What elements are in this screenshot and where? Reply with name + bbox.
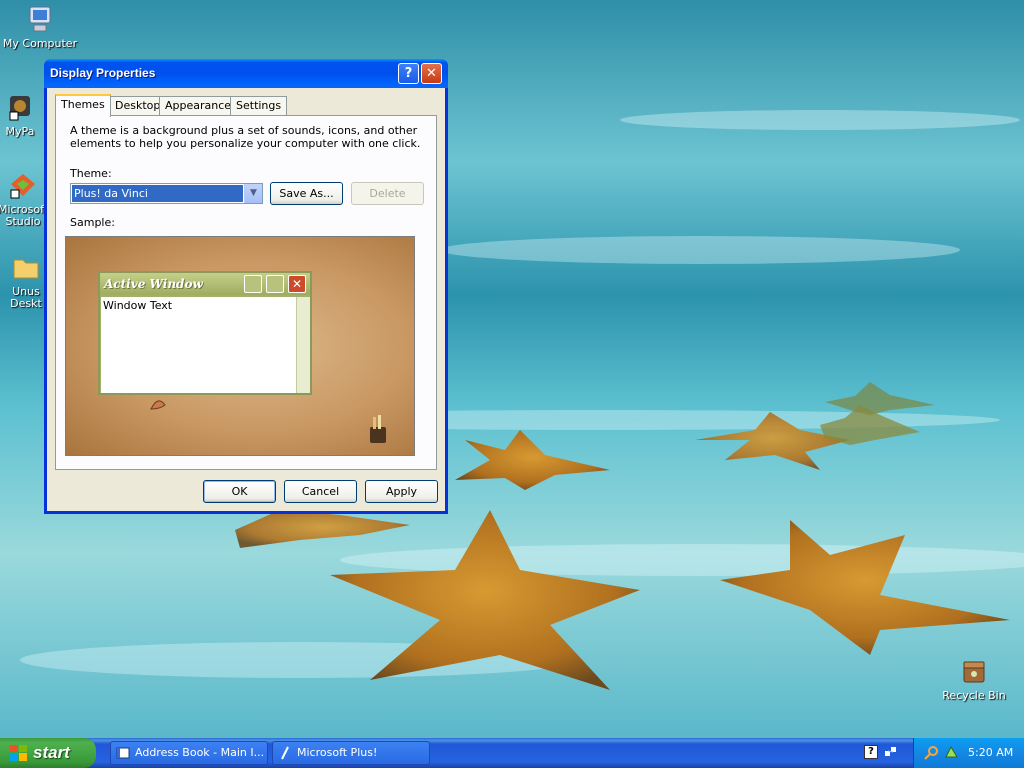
theme-sample-preview: Active Window ✕ Window Text xyxy=(65,236,415,456)
sample-window-title: Active Window xyxy=(104,277,203,291)
maximize-icon xyxy=(266,275,284,293)
taskbar-item-address-book[interactable]: Address Book - Main I... xyxy=(110,741,268,765)
my-computer-icon xyxy=(29,6,51,32)
tab-settings[interactable]: Settings xyxy=(230,96,288,116)
desktop-icon-mypa[interactable]: MyPa xyxy=(0,92,50,138)
system-tray: 5:20 AM xyxy=(913,738,1024,768)
microsoft-plus-icon xyxy=(281,746,289,760)
display-properties-dialog: Display Properties ? ✕ Themes Desktop Ap… xyxy=(44,59,448,514)
apply-button[interactable]: Apply xyxy=(365,480,438,503)
folder-icon xyxy=(13,259,39,279)
tab-appearance[interactable]: Appearance xyxy=(159,96,238,116)
help-icon: ? xyxy=(404,66,413,81)
help-icon[interactable]: ? xyxy=(864,745,878,759)
plus-tray-icon[interactable] xyxy=(944,745,959,760)
desktop-icon-label: My Computer xyxy=(2,37,78,50)
theme-select-value: Plus! da Vinci xyxy=(72,185,243,202)
themes-panel: A theme is a background plus a set of so… xyxy=(55,115,437,470)
desktop-icon-my-computer[interactable]: My Computer xyxy=(0,4,80,50)
clock[interactable]: 5:20 AM xyxy=(968,746,1013,759)
recycle-bin-icon xyxy=(963,661,985,683)
shortcut-icon xyxy=(9,96,30,121)
desktop-icon-label: MyPa xyxy=(5,125,35,138)
sample-window-titlebar: Active Window ✕ xyxy=(100,273,310,295)
cancel-button[interactable]: Cancel xyxy=(284,480,357,503)
close-icon: ✕ xyxy=(288,275,306,293)
sample-active-window: Active Window ✕ Window Text xyxy=(98,271,312,395)
pencil-cup-icon xyxy=(370,415,386,443)
tab-desktop[interactable]: Desktop xyxy=(109,96,167,116)
start-label: start xyxy=(33,743,70,762)
taskbar: start Address Book - Main I... Microsoft… xyxy=(0,738,1024,768)
minimize-icon xyxy=(244,275,262,293)
chevron-down-icon[interactable]: ▼ xyxy=(244,184,262,203)
sample-scrollbar xyxy=(296,297,310,393)
help-button[interactable]: ? xyxy=(398,63,419,84)
desktop-icon-recycle-bin[interactable]: Recycle Bin xyxy=(934,656,1014,702)
shell-icon xyxy=(150,400,166,410)
network-icon[interactable] xyxy=(884,745,898,759)
search-icon[interactable] xyxy=(924,745,939,760)
desktop-icon-microsoft-studio[interactable]: Microsoft Studio xyxy=(0,170,48,228)
themes-description: A theme is a background plus a set of so… xyxy=(70,124,421,150)
desktop-icon-unused-desktop[interactable]: Unus Deskt xyxy=(4,252,48,310)
close-button[interactable]: ✕ xyxy=(421,63,442,84)
sample-label: Sample: xyxy=(70,216,115,229)
delete-button[interactable]: Delete xyxy=(351,182,424,205)
theme-label: Theme: xyxy=(70,167,112,180)
windows-logo-icon xyxy=(10,745,27,761)
desktop-icon-label: Microsoft Studio xyxy=(0,203,49,228)
taskbar-item-microsoft-plus[interactable]: Microsoft Plus! xyxy=(272,741,430,765)
save-as-button[interactable]: Save As... xyxy=(270,182,343,205)
dialog-title: Display Properties xyxy=(50,66,156,80)
taskbar-item-label: Address Book - Main I... xyxy=(135,746,265,759)
desktop-icon-label: Recycle Bin xyxy=(942,689,1006,702)
close-icon: ✕ xyxy=(426,66,437,81)
tab-themes[interactable]: Themes xyxy=(55,94,111,117)
taskbar-item-label: Microsoft Plus! xyxy=(297,746,378,759)
start-button[interactable]: start xyxy=(0,738,96,768)
ok-button[interactable]: OK xyxy=(203,480,276,503)
dialog-titlebar[interactable]: Display Properties ? ✕ xyxy=(44,59,448,88)
microsoft-studio-icon xyxy=(10,174,35,199)
desktop-icon-label: Unus Deskt xyxy=(10,285,42,310)
sample-window-text: Window Text xyxy=(101,297,296,393)
address-book-icon xyxy=(116,747,130,759)
theme-select[interactable]: Plus! da Vinci ▼ xyxy=(70,183,263,204)
